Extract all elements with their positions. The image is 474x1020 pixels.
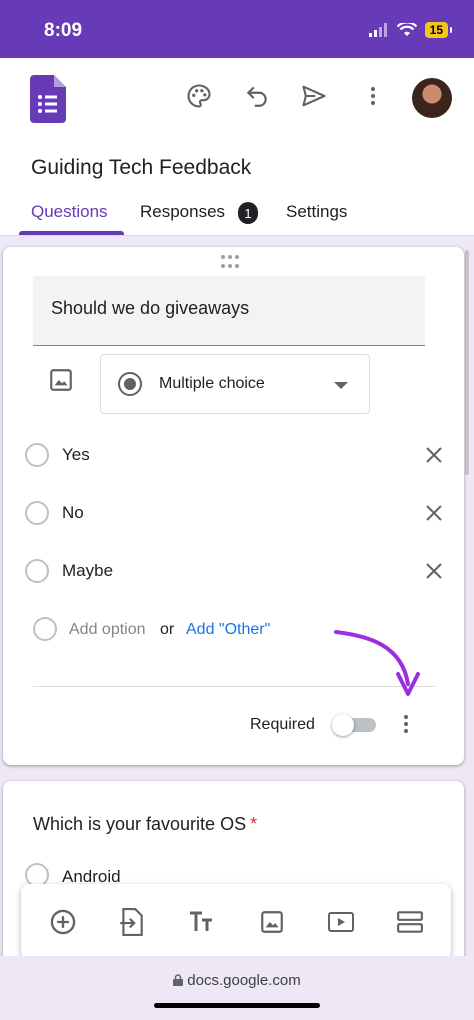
option-label[interactable]: No xyxy=(62,503,84,523)
status-bar: 8:09 15 xyxy=(0,0,474,58)
app-header: Guiding Tech Feedback Questions Response… xyxy=(0,58,474,236)
add-image-icon[interactable] xyxy=(258,908,286,936)
remove-option-icon[interactable] xyxy=(422,559,446,583)
active-tab-indicator xyxy=(19,231,124,235)
tab-settings[interactable]: Settings xyxy=(286,202,347,222)
or-label: or xyxy=(160,621,175,638)
battery-indicator: 15 xyxy=(424,22,453,38)
option-row[interactable]: No xyxy=(3,493,464,533)
add-section-icon[interactable] xyxy=(396,908,424,936)
add-video-icon[interactable] xyxy=(327,908,355,936)
bottom-toolbar xyxy=(21,884,451,960)
add-title-icon[interactable] xyxy=(188,908,216,936)
required-label: Required xyxy=(250,716,315,733)
option-label[interactable]: Yes xyxy=(62,445,90,465)
more-vert-icon[interactable] xyxy=(357,80,389,112)
question-more-options-icon[interactable] xyxy=(398,710,414,738)
question-type-label: Multiple choice xyxy=(159,375,265,392)
question-title[interactable]: Which is your favourite OS * xyxy=(33,814,257,835)
option-row[interactable]: Yes xyxy=(3,435,464,475)
remove-option-icon[interactable] xyxy=(422,501,446,525)
add-option-button[interactable]: Add option xyxy=(69,621,146,639)
palette-icon[interactable] xyxy=(183,80,215,112)
dropdown-arrow-icon xyxy=(334,382,348,389)
tab-responses[interactable]: Responses xyxy=(140,202,225,222)
home-indicator[interactable] xyxy=(154,1003,320,1008)
signal-icon xyxy=(368,23,387,37)
undo-icon[interactable] xyxy=(241,80,273,112)
url-text: docs.google.com xyxy=(187,972,301,989)
tab-bar: Questions Responses 1 Settings xyxy=(0,200,474,236)
option-label[interactable]: Maybe xyxy=(62,561,113,581)
status-icons: 15 xyxy=(368,22,453,38)
option-radio xyxy=(25,559,49,583)
avatar[interactable] xyxy=(412,78,452,118)
drag-handle-icon[interactable] xyxy=(221,255,243,269)
option-radio xyxy=(25,501,49,525)
status-time: 8:09 xyxy=(44,20,83,41)
url-display[interactable]: docs.google.com xyxy=(0,972,474,989)
forms-logo[interactable] xyxy=(30,75,66,123)
add-image-icon[interactable] xyxy=(48,367,74,393)
send-icon[interactable] xyxy=(298,80,330,112)
required-toggle[interactable] xyxy=(332,714,378,736)
option-row[interactable]: Maybe xyxy=(3,551,464,591)
option-radio xyxy=(33,617,57,641)
remove-option-icon[interactable] xyxy=(422,443,446,467)
radio-button-icon xyxy=(118,372,142,396)
question-title-text: Which is your favourite OS xyxy=(33,814,247,834)
scrollbar[interactable] xyxy=(465,250,469,475)
option-radio xyxy=(25,443,49,467)
responses-count-badge: 1 xyxy=(238,202,258,224)
tab-questions[interactable]: Questions xyxy=(31,202,108,222)
browser-url-bar: docs.google.com xyxy=(0,956,474,1020)
form-title[interactable]: Guiding Tech Feedback xyxy=(31,156,251,180)
question-type-dropdown[interactable]: Multiple choice xyxy=(100,354,370,414)
add-question-icon[interactable] xyxy=(49,908,77,936)
lock-icon xyxy=(173,974,184,986)
required-asterisk: * xyxy=(250,814,258,834)
add-other-button[interactable]: Add "Other" xyxy=(186,621,270,639)
question-title-field[interactable]: Should we do giveaways xyxy=(33,276,425,346)
question-title-text: Should we do giveaways xyxy=(51,298,250,318)
annotation-arrow-icon xyxy=(334,630,420,696)
toggle-thumb xyxy=(332,714,354,736)
import-questions-icon[interactable] xyxy=(118,908,146,936)
wifi-icon xyxy=(396,23,417,36)
